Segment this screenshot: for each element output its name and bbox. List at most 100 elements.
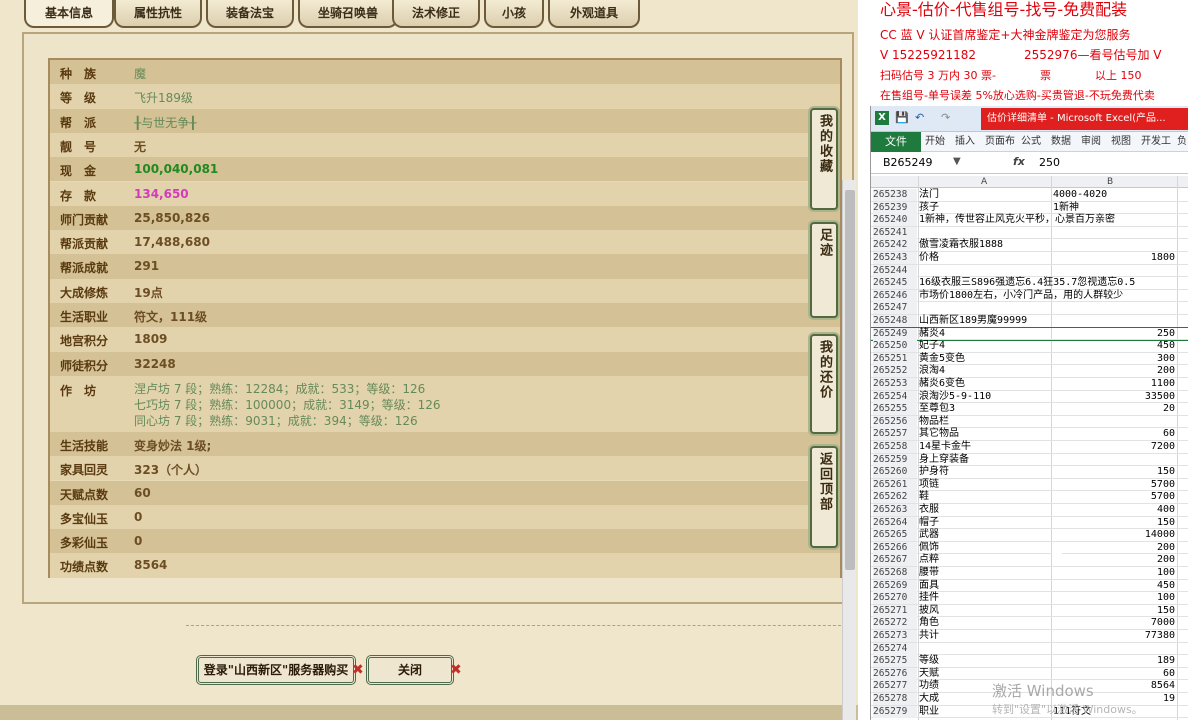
- cell-a[interactable]: 面具: [919, 580, 939, 592]
- tab-0[interactable]: 基本信息: [24, 0, 114, 28]
- row-number[interactable]: 265254: [873, 390, 917, 403]
- ribbon-tab-8[interactable]: 负: [1177, 132, 1187, 152]
- cell-b[interactable]: 14000: [1145, 529, 1175, 541]
- tab-6[interactable]: 外观道具: [548, 0, 640, 28]
- cell-b[interactable]: 100: [1157, 592, 1175, 604]
- cell-a[interactable]: 孩子: [919, 202, 939, 214]
- row-number[interactable]: 265241: [873, 226, 917, 239]
- cell-b[interactable]: 1800: [1151, 252, 1175, 264]
- row-number[interactable]: 265279: [873, 705, 917, 718]
- ribbon-tab-1[interactable]: 插入: [955, 132, 975, 152]
- row-number[interactable]: 265273: [873, 630, 917, 642]
- cell-b[interactable]: 7200: [1151, 441, 1175, 453]
- row-number[interactable]: 265264: [873, 516, 917, 529]
- cell-b[interactable]: 450: [1157, 340, 1175, 352]
- cell-a[interactable]: 浪淘沙5-9-110: [919, 391, 991, 403]
- cell-a[interactable]: 功绩: [919, 680, 939, 692]
- cell-a[interactable]: 1新神，传世容止风克火平秒，心景百万亲密: [919, 214, 1115, 226]
- scrollbar[interactable]: [842, 180, 856, 720]
- cell-b[interactable]: 200: [1157, 542, 1175, 554]
- row-number[interactable]: 265269: [873, 579, 917, 592]
- cell-b[interactable]: 250: [1157, 328, 1175, 340]
- cell-a[interactable]: 法门: [919, 189, 939, 201]
- cell-a[interactable]: 挂件: [919, 592, 939, 604]
- row-number[interactable]: 265242: [873, 239, 917, 252]
- scrollbar-thumb[interactable]: [845, 190, 855, 570]
- cell-a[interactable]: 其它物品: [919, 428, 959, 440]
- cell-a[interactable]: 天赋: [919, 668, 939, 680]
- cell-a[interactable]: 物品栏: [919, 416, 949, 428]
- row-number[interactable]: 265251: [873, 352, 917, 365]
- cell-b[interactable]: 450: [1157, 580, 1175, 592]
- row-number[interactable]: 265256: [873, 415, 917, 428]
- cell-a[interactable]: 至尊包3: [919, 403, 955, 415]
- side-button-1[interactable]: 足迹: [810, 222, 838, 318]
- cell-b[interactable]: 400: [1157, 504, 1175, 516]
- row-number[interactable]: 265267: [873, 554, 917, 567]
- cell-a[interactable]: 帽子: [919, 517, 939, 529]
- row-number[interactable]: 265246: [873, 289, 917, 302]
- buy-button[interactable]: 登录"山西新区"服务器购买: [196, 655, 356, 685]
- row-number[interactable]: 265259: [873, 453, 917, 466]
- row-number[interactable]: 265257: [873, 428, 917, 441]
- row-number[interactable]: 265238: [873, 189, 917, 201]
- cell-b[interactable]: 1100: [1151, 378, 1175, 390]
- cell-a[interactable]: 护身符: [919, 466, 949, 478]
- cell-a[interactable]: 点粹: [919, 554, 939, 566]
- row-number[interactable]: 265252: [873, 365, 917, 378]
- col-a-header[interactable]: A: [981, 176, 987, 188]
- ribbon-tab-5[interactable]: 审阅: [1081, 132, 1101, 152]
- cell-b[interactable]: 1新神: [1053, 202, 1079, 214]
- cell-a[interactable]: 佩饰: [919, 542, 939, 554]
- cell-b[interactable]: 20: [1163, 403, 1175, 415]
- cell-a[interactable]: 项链: [919, 479, 939, 491]
- row-number[interactable]: 265278: [873, 693, 917, 705]
- cell-a[interactable]: 大成: [919, 693, 939, 705]
- cell-b[interactable]: 150: [1157, 466, 1175, 478]
- cell-b[interactable]: 200: [1157, 554, 1175, 566]
- name-box[interactable]: B265249: [883, 156, 933, 169]
- row-number[interactable]: 265260: [873, 466, 917, 479]
- cell-a[interactable]: 赭炎6变色: [919, 378, 965, 390]
- row-number[interactable]: 265271: [873, 604, 917, 617]
- cell-a[interactable]: 共计: [919, 630, 939, 642]
- buy-close-icon[interactable]: ✖: [352, 662, 364, 678]
- ribbon-tab-3[interactable]: 公式: [1021, 132, 1041, 152]
- cell-b[interactable]: 33500: [1145, 391, 1175, 403]
- row-number[interactable]: 265250: [873, 340, 917, 353]
- side-button-3[interactable]: 返回顶部: [810, 446, 838, 548]
- ribbon-tab-7[interactable]: 开发工: [1141, 132, 1171, 152]
- close-x-icon[interactable]: ✖: [450, 662, 462, 678]
- cell-a[interactable]: 衣服: [919, 504, 939, 516]
- ribbon-tab-4[interactable]: 数据: [1051, 132, 1071, 152]
- cell-a[interactable]: 14星卡金牛: [919, 441, 971, 453]
- cell-a[interactable]: 傲雪凌霜衣服1888: [919, 239, 1003, 251]
- cell-a[interactable]: 披风: [919, 605, 939, 617]
- cell-a[interactable]: 赭炎4: [919, 328, 945, 340]
- cell-b[interactable]: 200: [1157, 365, 1175, 377]
- tab-1[interactable]: 属性抗性: [114, 0, 202, 28]
- row-number[interactable]: 265272: [873, 617, 917, 630]
- cell-b[interactable]: 7000: [1151, 617, 1175, 629]
- cell-b[interactable]: 5700: [1151, 491, 1175, 503]
- name-box-dropdown-icon[interactable]: ▼: [953, 156, 961, 167]
- row-number[interactable]: 265255: [873, 403, 917, 416]
- redo-icon[interactable]: ↷: [941, 111, 950, 124]
- row-number[interactable]: 265248: [873, 315, 917, 327]
- cell-b[interactable]: 300: [1157, 353, 1175, 365]
- cell-a[interactable]: 鞋: [919, 491, 929, 503]
- row-number[interactable]: 265274: [873, 642, 917, 655]
- row-number[interactable]: 265263: [873, 504, 917, 516]
- save-icon[interactable]: 💾: [895, 111, 909, 124]
- row-number[interactable]: 265262: [873, 491, 917, 504]
- cell-a[interactable]: 浪淘4: [919, 365, 945, 377]
- cell-b[interactable]: 8564: [1151, 680, 1175, 692]
- cell-b[interactable]: 60: [1163, 428, 1175, 440]
- cell-a[interactable]: 等级: [919, 655, 939, 667]
- undo-icon[interactable]: ↶: [915, 111, 924, 124]
- cell-b[interactable]: 77380: [1145, 630, 1175, 642]
- row-number[interactable]: 265258: [873, 441, 917, 453]
- cell-a[interactable]: 身上穿装备: [919, 454, 969, 466]
- cell-a[interactable]: 市场价1800左右，小冷门产品，用的人群较少: [919, 290, 1123, 302]
- formula-input[interactable]: 250: [1039, 156, 1060, 169]
